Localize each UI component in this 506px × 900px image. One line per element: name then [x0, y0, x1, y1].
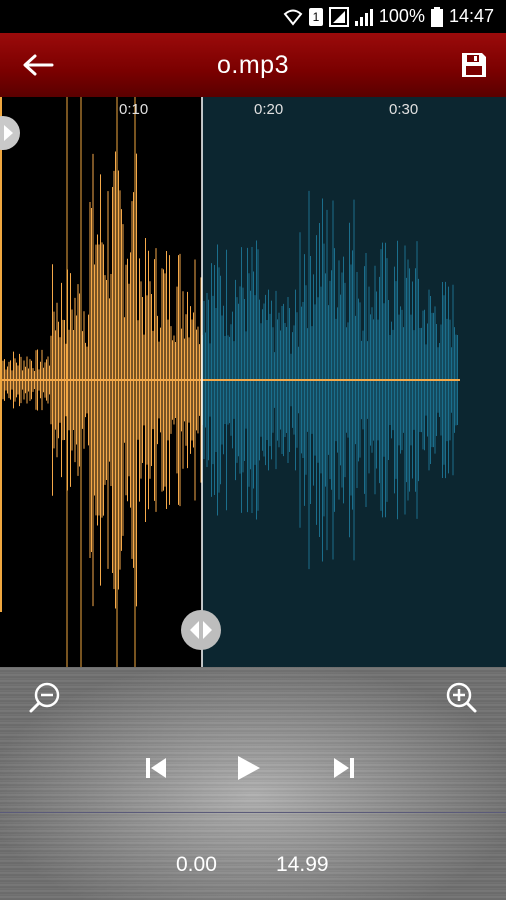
play-icon[interactable]	[233, 753, 263, 783]
divider	[0, 812, 506, 813]
wifi-icon	[283, 9, 303, 26]
signal-box-icon	[328, 6, 349, 27]
end-time[interactable]: 14.99	[276, 853, 329, 877]
time-mark: 0:10	[119, 101, 149, 118]
player-controls: 0.00 14.99	[0, 667, 506, 900]
double-arrow-icon	[190, 621, 212, 639]
status-bar: 1 100% 14:47	[0, 0, 506, 33]
app-bar: o.mp3	[0, 33, 506, 97]
skip-previous-icon[interactable]	[141, 753, 171, 783]
waveform-view[interactable]: 0:10 0:20 0:30	[0, 97, 506, 667]
zoom-in-icon[interactable]	[444, 681, 478, 715]
battery-icon	[430, 6, 443, 27]
clock: 14:47	[448, 6, 494, 26]
sim-icon: 1	[308, 7, 323, 26]
battery-percent: 100%	[378, 6, 425, 26]
triangle-right-icon	[4, 125, 13, 141]
signal-icon	[354, 8, 373, 26]
zoom-out-icon[interactable]	[28, 681, 62, 715]
time-mark: 0:20	[254, 101, 284, 118]
file-title: o.mp3	[217, 51, 289, 79]
time-mark: 0:30	[389, 101, 419, 118]
waveform	[0, 97, 506, 667]
selection-end-handle[interactable]	[181, 610, 221, 650]
skip-next-icon[interactable]	[329, 753, 359, 783]
floppy-disk-icon[interactable]	[460, 51, 488, 79]
selection-start-handle[interactable]	[0, 116, 20, 150]
start-time[interactable]: 0.00	[176, 853, 217, 877]
